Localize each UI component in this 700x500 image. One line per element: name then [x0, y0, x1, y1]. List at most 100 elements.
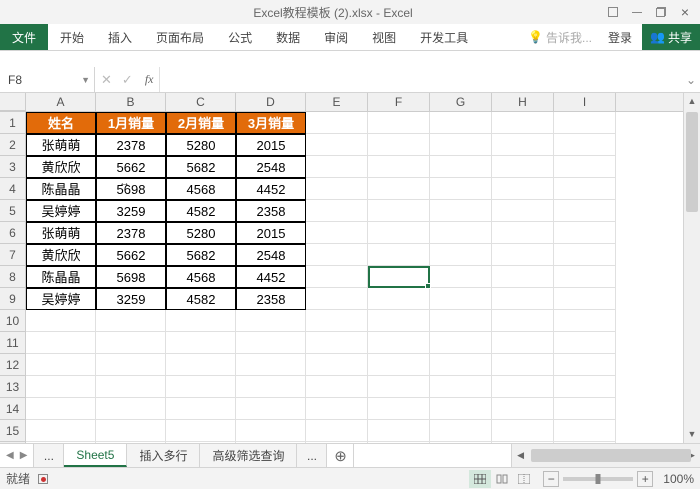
sheet-tab-2[interactable]: 高级筛选查询	[200, 444, 297, 467]
cell-F8[interactable]	[368, 266, 430, 288]
cell-F3[interactable]	[368, 156, 430, 178]
cell-H5[interactable]	[492, 200, 554, 222]
cell-G3[interactable]	[430, 156, 492, 178]
cell-A16[interactable]	[26, 442, 96, 443]
row-header-5[interactable]: 5	[0, 200, 25, 222]
restore-button[interactable]	[650, 3, 672, 21]
table-cell[interactable]: 5682	[166, 156, 236, 178]
cell-B10[interactable]	[96, 310, 166, 332]
column-header-E[interactable]: E	[306, 93, 368, 111]
vertical-scrollbar[interactable]: ▲ ▼	[683, 93, 700, 443]
cell-G6[interactable]	[430, 222, 492, 244]
table-cell[interactable]: 2358	[236, 288, 306, 310]
sheet-nav-next-icon[interactable]: ▶	[20, 450, 28, 461]
cell-H15[interactable]	[492, 420, 554, 442]
zoom-level[interactable]: 100%	[663, 472, 694, 486]
enter-formula-icon[interactable]: ✓	[122, 72, 133, 88]
row-header-12[interactable]: 12	[0, 354, 25, 376]
row-header-6[interactable]: 6	[0, 222, 25, 244]
cell-C10[interactable]	[166, 310, 236, 332]
add-sheet-button[interactable]: ⊕	[327, 444, 353, 467]
table-cell[interactable]: 2548	[236, 156, 306, 178]
column-header-G[interactable]: G	[430, 93, 492, 111]
table-cell[interactable]: 黄欣欣	[26, 156, 96, 178]
table-cell[interactable]: 4582	[166, 288, 236, 310]
table-cell[interactable]: 张萌萌	[26, 222, 96, 244]
tell-me-search[interactable]: 💡告诉我...	[522, 24, 598, 50]
cell-E16[interactable]	[306, 442, 368, 443]
cell-D15[interactable]	[236, 420, 306, 442]
cell-G4[interactable]	[430, 178, 492, 200]
cell-H3[interactable]	[492, 156, 554, 178]
cell-G10[interactable]	[430, 310, 492, 332]
cell-F14[interactable]	[368, 398, 430, 420]
cell-G13[interactable]	[430, 376, 492, 398]
cell-F7[interactable]	[368, 244, 430, 266]
cell-E4[interactable]	[306, 178, 368, 200]
cell-I12[interactable]	[554, 354, 616, 376]
cell-E8[interactable]	[306, 266, 368, 288]
cell-H13[interactable]	[492, 376, 554, 398]
table-cell[interactable]: 陈晶晶	[26, 178, 96, 200]
cell-H16[interactable]	[492, 442, 554, 443]
cell-D13[interactable]	[236, 376, 306, 398]
row-header-9[interactable]: 9	[0, 288, 25, 310]
column-header-A[interactable]: A	[26, 93, 96, 111]
cell-F15[interactable]	[368, 420, 430, 442]
minimize-button[interactable]	[626, 3, 648, 21]
horizontal-scrollbar[interactable]: ◀ ▶	[511, 444, 700, 467]
cell-I8[interactable]	[554, 266, 616, 288]
row-header-7[interactable]: 7	[0, 244, 25, 266]
cell-F5[interactable]	[368, 200, 430, 222]
cell-C14[interactable]	[166, 398, 236, 420]
cell-I3[interactable]	[554, 156, 616, 178]
view-page-layout-button[interactable]	[491, 470, 513, 488]
table-cell[interactable]: 5662	[96, 156, 166, 178]
row-header-11[interactable]: 11	[0, 332, 25, 354]
cell-I11[interactable]	[554, 332, 616, 354]
view-page-break-button[interactable]	[513, 470, 535, 488]
row-header-16[interactable]: 16	[0, 442, 25, 443]
cell-B13[interactable]	[96, 376, 166, 398]
table-cell[interactable]: 2015	[236, 222, 306, 244]
zoom-out-button[interactable]: −	[543, 471, 559, 487]
table-cell[interactable]: 黄欣欣	[26, 244, 96, 266]
expand-formula-bar-icon[interactable]: ⌄	[682, 73, 700, 87]
zoom-in-button[interactable]: +	[637, 471, 653, 487]
cell-F11[interactable]	[368, 332, 430, 354]
cell-D12[interactable]	[236, 354, 306, 376]
table-cell[interactable]: 4452	[236, 178, 306, 200]
table-header[interactable]: 1月销量	[96, 112, 166, 134]
close-button[interactable]: ×	[674, 3, 696, 21]
table-cell[interactable]: 5698	[96, 266, 166, 288]
row-header-4[interactable]: 4	[0, 178, 25, 200]
cell-F2[interactable]	[368, 134, 430, 156]
cell-F9[interactable]	[368, 288, 430, 310]
cell-C12[interactable]	[166, 354, 236, 376]
cell-H7[interactable]	[492, 244, 554, 266]
cell-I5[interactable]	[554, 200, 616, 222]
table-cell[interactable]: 5698	[96, 178, 166, 200]
cell-E14[interactable]	[306, 398, 368, 420]
table-cell[interactable]: 2378	[96, 222, 166, 244]
table-cell[interactable]: 2548	[236, 244, 306, 266]
cell-G7[interactable]	[430, 244, 492, 266]
cell-E5[interactable]	[306, 200, 368, 222]
cell-H9[interactable]	[492, 288, 554, 310]
cell-G14[interactable]	[430, 398, 492, 420]
cell-E1[interactable]	[306, 112, 368, 134]
cell-A13[interactable]	[26, 376, 96, 398]
table-cell[interactable]: 5662	[96, 244, 166, 266]
cell-I6[interactable]	[554, 222, 616, 244]
ribbon-tab-home[interactable]: 开始	[48, 24, 96, 50]
scroll-down-button[interactable]: ▼	[684, 426, 700, 443]
cell-F4[interactable]	[368, 178, 430, 200]
sheet-nav-prev-icon[interactable]: ◀	[6, 450, 14, 461]
cell-G11[interactable]	[430, 332, 492, 354]
cell-H12[interactable]	[492, 354, 554, 376]
row-header-10[interactable]: 10	[0, 310, 25, 332]
cell-H1[interactable]	[492, 112, 554, 134]
sheet-tab-hidden[interactable]: ...	[34, 444, 64, 467]
cell-E15[interactable]	[306, 420, 368, 442]
row-header-13[interactable]: 13	[0, 376, 25, 398]
